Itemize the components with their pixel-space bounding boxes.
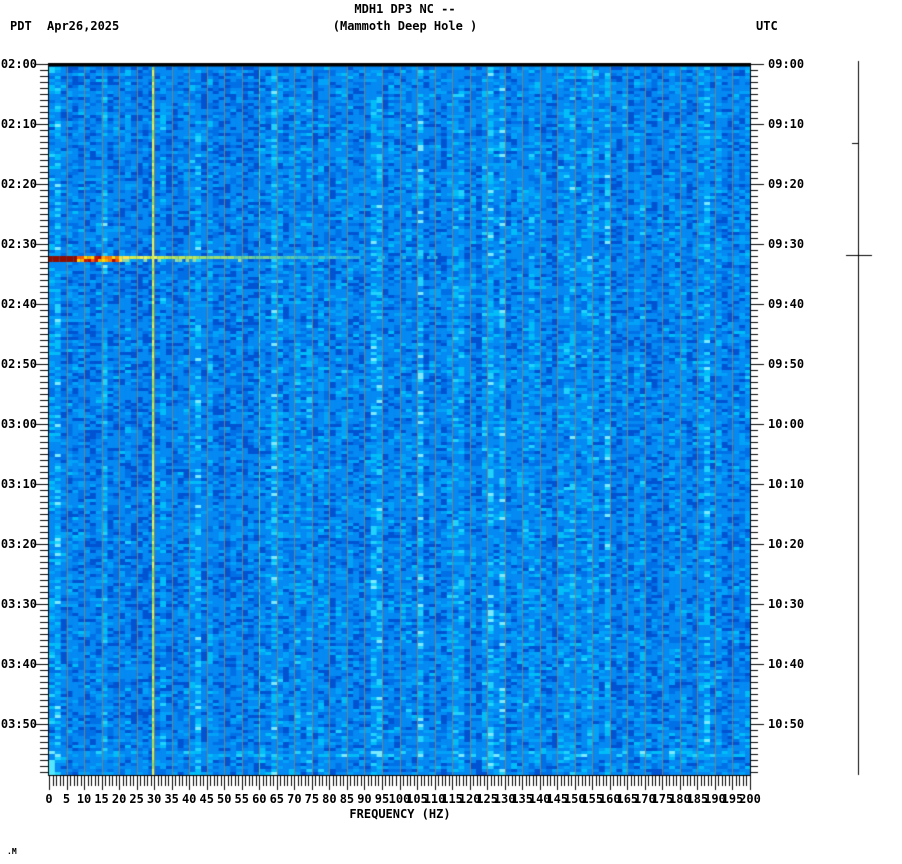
page-title: MDH1 DP3 NC -- bbox=[354, 2, 456, 16]
footer-note: .M bbox=[7, 847, 17, 856]
left-time-label: 03:30 bbox=[0, 597, 37, 611]
frequency-tick-label: 95 bbox=[374, 792, 390, 806]
left-time-label: 03:10 bbox=[0, 477, 37, 491]
left-time-label: 02:40 bbox=[0, 297, 37, 311]
frequency-tick-label: 5 bbox=[62, 792, 71, 806]
frequency-tick-label: 50 bbox=[217, 792, 232, 806]
frequency-tick-label: 55 bbox=[234, 792, 249, 806]
timezone-right-label: UTC bbox=[756, 19, 778, 33]
frequency-tick-label: 25 bbox=[129, 792, 144, 806]
left-time-label: 03:00 bbox=[0, 417, 37, 431]
frequency-tick-label: 45 bbox=[199, 792, 214, 806]
left-time-label: 02:10 bbox=[0, 117, 37, 131]
frequency-tick-label: 30 bbox=[146, 792, 162, 806]
right-time-label: 10:00 bbox=[768, 417, 805, 431]
right-time-label: 09:50 bbox=[768, 357, 805, 371]
frequency-tick-label: 40 bbox=[181, 792, 197, 806]
timezone-left-label: PDT bbox=[10, 19, 32, 33]
frequency-tick-label: 70 bbox=[287, 792, 302, 806]
frequency-tick-label: 20 bbox=[111, 792, 127, 806]
left-time-label: 03:20 bbox=[0, 537, 37, 551]
frequency-tick-label: 60 bbox=[252, 792, 267, 806]
frequency-tick-label: 75 bbox=[304, 792, 320, 806]
right-time-label: 10:40 bbox=[768, 657, 805, 671]
spectrogram-plot-canvas[interactable] bbox=[0, 0, 902, 864]
left-time-label: 02:30 bbox=[0, 237, 37, 251]
right-time-label: 09:00 bbox=[768, 57, 805, 71]
frequency-tick-label: 65 bbox=[269, 792, 285, 806]
date-label: Apr26,2025 bbox=[47, 19, 120, 33]
right-time-label: 10:20 bbox=[768, 537, 805, 551]
left-time-label: 03:50 bbox=[0, 717, 37, 731]
right-time-label: 09:30 bbox=[768, 237, 805, 251]
left-time-label: 02:20 bbox=[0, 177, 37, 191]
frequency-tick-label: 85 bbox=[339, 792, 355, 806]
right-time-label: 09:10 bbox=[768, 117, 805, 131]
frequency-tick-label: 0 bbox=[45, 792, 53, 806]
frequency-tick-label: 90 bbox=[357, 792, 372, 806]
x-axis-title: FREQUENCY (HZ) bbox=[349, 807, 451, 821]
left-time-label: 02:00 bbox=[0, 57, 37, 71]
frequency-tick-label: 80 bbox=[322, 792, 337, 806]
right-time-label: 10:30 bbox=[768, 597, 805, 611]
frequency-tick-label: 200 bbox=[739, 792, 761, 806]
frequency-tick-label: 10 bbox=[76, 792, 92, 806]
right-time-label: 09:20 bbox=[768, 177, 805, 191]
frequency-tick-label: 35 bbox=[164, 792, 179, 806]
spectrogram-page: PDT Apr26,2025 MDH1 DP3 NC -- (Mammoth D… bbox=[0, 0, 902, 864]
right-time-label: 10:10 bbox=[768, 477, 805, 491]
right-time-label: 09:40 bbox=[768, 297, 805, 311]
page-subtitle: (Mammoth Deep Hole ) bbox=[332, 19, 478, 33]
right-time-label: 10:50 bbox=[768, 717, 805, 731]
frequency-tick-label: 15 bbox=[94, 792, 109, 806]
left-time-label: 02:50 bbox=[0, 357, 37, 371]
left-time-label: 03:40 bbox=[0, 657, 37, 671]
